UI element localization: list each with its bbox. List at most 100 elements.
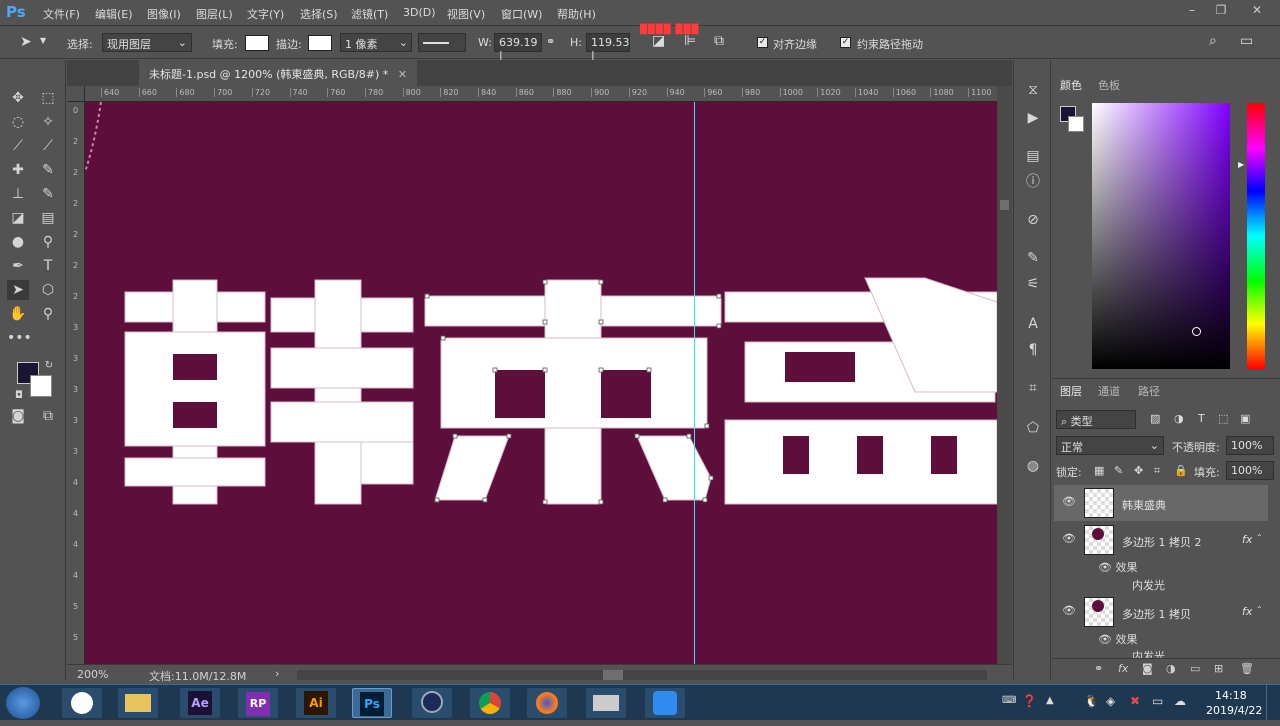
guide-line[interactable] [694, 102, 695, 664]
libraries-icon[interactable]: ⬠ [1023, 418, 1043, 438]
start-button[interactable] [6, 687, 40, 719]
hue-marker[interactable]: ▶ [1238, 160, 1244, 169]
crop-icon[interactable]: ⌗ [1023, 378, 1043, 398]
dodge-tool-icon[interactable]: ⚲ [37, 232, 59, 252]
effect-eye-icon[interactable]: 👁 [1098, 633, 1112, 646]
video-recorder-icon[interactable] [586, 688, 626, 718]
tray-keyboard-icon[interactable]: ⌨ [1002, 695, 1016, 706]
crop-tool-icon[interactable]: ⟋ [7, 136, 29, 156]
effect-inner-glow[interactable]: 内发光 [1132, 648, 1165, 658]
new-group-icon[interactable]: ▭ [1190, 662, 1200, 675]
pen-tool-icon[interactable]: ✒ [7, 256, 29, 276]
lock-all-icon[interactable]: 🔒 [1174, 464, 1188, 477]
effect-eye-icon[interactable]: 👁 [1098, 561, 1112, 574]
new-layer-icon[interactable]: ⊞ [1214, 662, 1223, 675]
menu-file[interactable]: 文件(F) [43, 6, 80, 22]
workspace-icon[interactable]: ▭ [1240, 33, 1253, 49]
close-icon[interactable]: ✕ [1247, 3, 1267, 19]
tab-layers[interactable]: 图层 [1060, 383, 1082, 399]
layer-name[interactable]: 多边形 1 拷贝 2 [1122, 534, 1202, 550]
collapse-effects-icon[interactable]: ⌃ [1256, 605, 1263, 614]
filter-adjust-icon[interactable]: ◑ [1174, 412, 1184, 425]
layer-row[interactable]: 👁 多边形 1 拷贝 2 fx ⌃ [1054, 522, 1268, 558]
taskbar-app-baidu[interactable] [62, 688, 102, 718]
zoom-level[interactable]: 200% [77, 668, 108, 681]
direct-select-icon[interactable]: ➤ [20, 34, 32, 50]
close-tab-icon[interactable]: ✕ [398, 68, 407, 81]
select-dropdown[interactable]: 现用图层 ⌄ [102, 33, 192, 52]
height-input[interactable]: 119.53 | [586, 33, 630, 62]
brush-tool-icon[interactable]: ✎ [37, 160, 59, 180]
blend-mode-dropdown[interactable]: 正常 ⌄ [1056, 436, 1164, 455]
paragraph-icon[interactable]: ¶ [1023, 340, 1043, 360]
color-picker-field[interactable] [1092, 103, 1230, 369]
tray-weather-icon[interactable]: ☁ [1174, 694, 1186, 708]
link-icon[interactable]: ⚭ [546, 35, 555, 48]
swap-colors-icon[interactable]: ↻ [38, 356, 60, 376]
horizontal-scrollbar[interactable] [297, 670, 987, 680]
filter-pixel-icon[interactable]: ▨ [1150, 412, 1160, 425]
delete-layer-icon[interactable]: 🗑 [1240, 662, 1254, 675]
quick-mask-icon[interactable]: ◙ [7, 406, 29, 426]
align-edges-checkbox[interactable]: ✓ [757, 37, 768, 48]
folder-icon[interactable] [118, 688, 158, 718]
constrain-path-checkbox[interactable]: ✓ [840, 37, 851, 48]
lock-artboard-icon[interactable]: ⌗ [1154, 464, 1160, 478]
shape-tool-icon[interactable]: ⬡ [37, 280, 59, 300]
tray-qq-icon[interactable]: 🐧 [1084, 694, 1099, 708]
tray-help-icon[interactable]: ❓ [1022, 694, 1037, 708]
lock-pixels-icon[interactable]: ✎ [1114, 464, 1123, 477]
hue-slider[interactable] [1247, 103, 1265, 369]
color-picker-handle[interactable] [1192, 327, 1201, 336]
tray-display-icon[interactable]: ▭ [1152, 694, 1163, 708]
filter-type-icon[interactable]: T [1198, 412, 1205, 425]
opacity-input[interactable]: 100% [1226, 436, 1274, 455]
path-operations-icon[interactable]: ◪ [652, 33, 665, 49]
menu-window[interactable]: 窗口(W) [501, 6, 542, 22]
background-color[interactable] [30, 375, 52, 397]
firefox-icon[interactable] [527, 688, 567, 718]
fx-icon[interactable]: fx [1242, 605, 1252, 618]
brush-settings-icon[interactable]: ✎ [1023, 248, 1043, 268]
tray-expand-icon[interactable]: ▲ [1046, 695, 1054, 706]
hscroll-thumb[interactable] [603, 670, 623, 680]
tray-network-icon[interactable]: ✖ [1130, 694, 1140, 708]
healing-brush-icon[interactable]: ✚ [7, 160, 29, 180]
default-colors-icon[interactable]: ◘ [8, 386, 30, 406]
chrome-icon[interactable] [470, 688, 510, 718]
character-icon[interactable]: A [1023, 314, 1043, 334]
menu-layer[interactable]: 图层(L) [196, 6, 233, 22]
lock-position-icon[interactable]: ✥ [1134, 464, 1143, 477]
visibility-eye-icon[interactable]: 👁 [1062, 532, 1076, 545]
menu-3d[interactable]: 3D(D) [403, 6, 436, 19]
effects-row[interactable]: 👁 效果 [1098, 631, 1137, 647]
fill-swatch[interactable] [245, 35, 269, 51]
gradient-tool-icon[interactable]: ▤ [37, 208, 59, 228]
add-style-icon[interactable]: fx [1118, 662, 1128, 675]
tab-swatches[interactable]: 色板 [1098, 77, 1120, 93]
clock-time[interactable]: 14:18 [1215, 689, 1247, 702]
stroke-style-dropdown[interactable] [418, 33, 466, 52]
layer-row[interactable]: 👁 多边形 1 拷贝 fx ⌃ [1054, 594, 1268, 630]
visibility-eye-icon[interactable]: 👁 [1062, 495, 1076, 508]
info-icon[interactable]: ⓘ [1023, 172, 1043, 192]
tab-channels[interactable]: 通道 [1098, 383, 1120, 399]
filter-shape-icon[interactable]: ⬚ [1218, 412, 1228, 425]
menu-select[interactable]: 选择(S) [300, 6, 338, 22]
tray-app-icon[interactable]: ◈ [1106, 694, 1115, 708]
show-desktop-button[interactable] [1266, 685, 1280, 721]
fx-icon[interactable]: fx [1242, 533, 1252, 546]
path-arrangement-icon[interactable]: ⧉ [714, 33, 724, 49]
eraser-tool-icon[interactable]: ◪ [7, 208, 29, 228]
menu-edit[interactable]: 编辑(E) [95, 6, 133, 22]
styles-icon[interactable]: ◍ [1023, 456, 1043, 476]
path-alignment-icon[interactable]: ⊫ [684, 33, 696, 49]
link-layers-icon[interactable]: ⚭ [1094, 662, 1103, 675]
blur-tool-icon[interactable]: ● [7, 232, 29, 252]
stroke-width-dropdown[interactable]: 1 像素 ⌄ [340, 33, 412, 52]
effect-inner-glow[interactable]: 内发光 [1132, 577, 1165, 593]
collapse-effects-icon[interactable]: ⌃ [1256, 533, 1263, 542]
tab-paths[interactable]: 路径 [1138, 383, 1160, 399]
marquee-tool-icon[interactable]: ⬚ [37, 88, 59, 108]
taskbar-app-ae[interactable]: Ae [180, 688, 220, 718]
